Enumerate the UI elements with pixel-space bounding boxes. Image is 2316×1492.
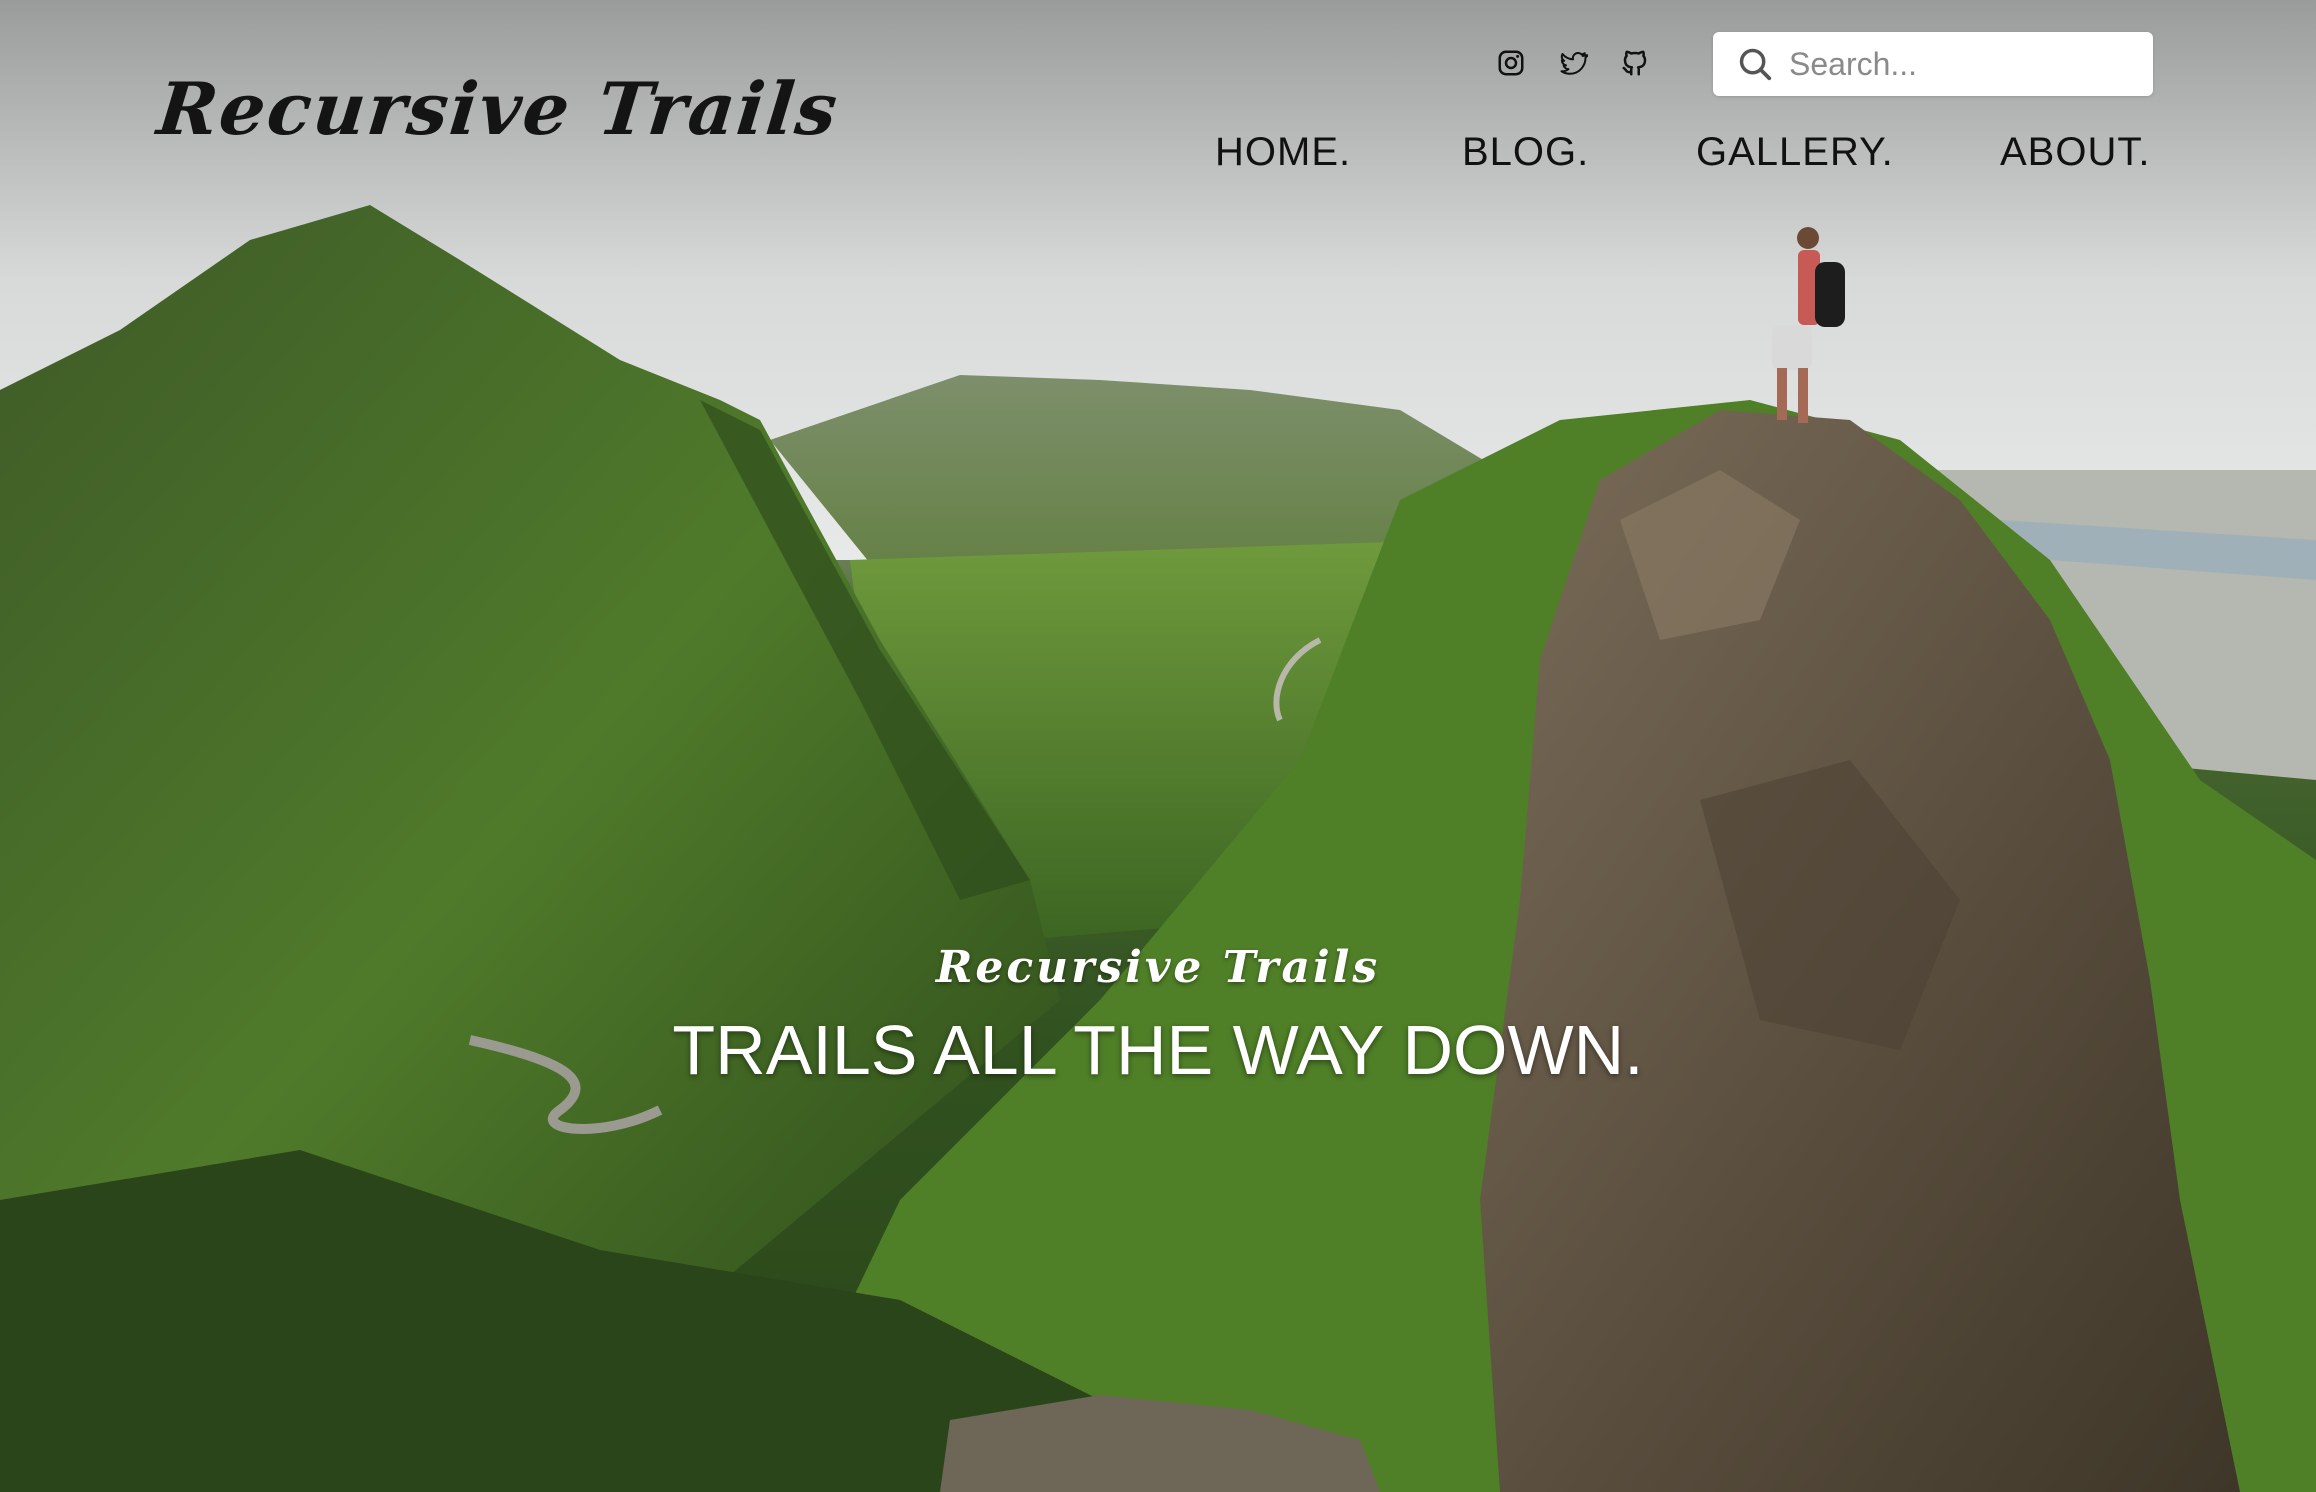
instagram-icon[interactable] (1494, 46, 1528, 80)
nav-blog[interactable]: BLOG. (1462, 130, 1589, 175)
search-input[interactable] (1787, 44, 2151, 84)
twitter-icon[interactable] (1556, 46, 1590, 80)
github-icon[interactable] (1618, 46, 1652, 80)
nav-gallery[interactable]: GALLERY. (1696, 130, 1894, 175)
hero-script-title: Recursive Trails (935, 942, 1381, 993)
nav-home[interactable]: HOME. (1215, 130, 1351, 175)
nav-about[interactable]: ABOUT. (2000, 130, 2150, 175)
search-icon (1735, 44, 1775, 84)
hero-background-image (0, 0, 2316, 1492)
search-box[interactable] (1713, 32, 2153, 96)
hero-section: Recursive Trails HOME. BLOG. GALLERY. AB… (0, 0, 2316, 1492)
hero-headline: TRAILS ALL THE WAY DOWN. (672, 1011, 1644, 1089)
site-logo[interactable]: Recursive Trails (154, 66, 843, 151)
